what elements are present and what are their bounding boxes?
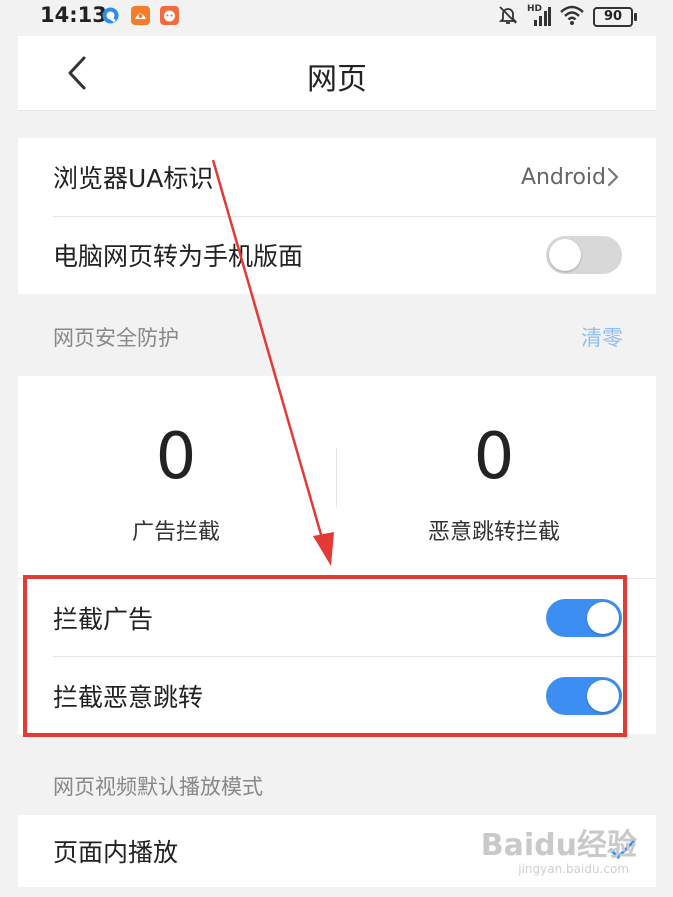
annotation-highlight-box bbox=[23, 575, 627, 737]
watermark-brand: Baidu经验 bbox=[480, 828, 637, 863]
watermark-url: jingyan.baidu.com bbox=[518, 862, 629, 876]
annotation-arrow bbox=[211, 159, 334, 566]
